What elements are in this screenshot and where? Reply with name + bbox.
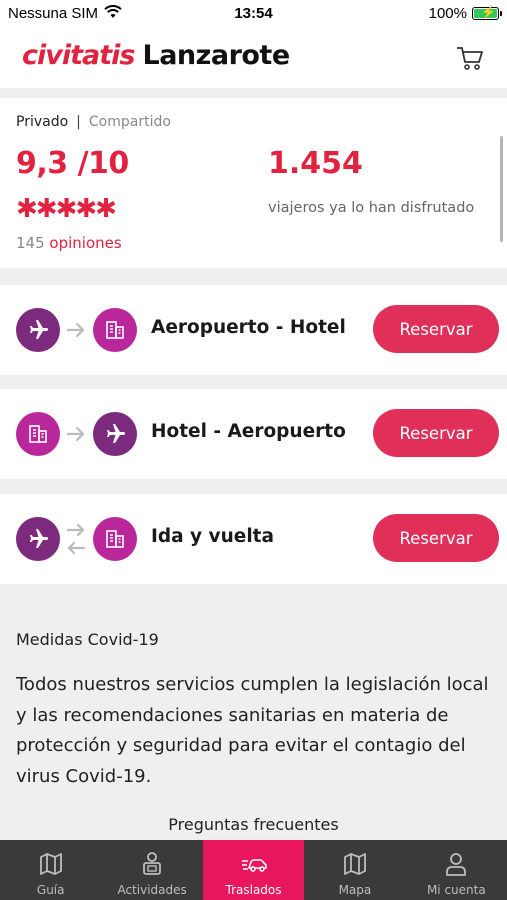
tab-guide[interactable]: Guía bbox=[0, 840, 101, 900]
route-label: Hotel - Aeropuerto bbox=[151, 421, 346, 442]
app-header: civitatis Lanzarote bbox=[0, 30, 507, 88]
route-label: Aeropuerto - Hotel bbox=[151, 317, 346, 338]
transfer-card-round-trip: Ida y vuelta Reservar bbox=[0, 494, 507, 584]
transfer-type-toggle: Privado | Compartido bbox=[16, 114, 171, 130]
travelers-label: viajeros ya lo han disfrutado bbox=[268, 200, 475, 216]
swap-arrows-icon bbox=[66, 521, 86, 557]
tab-label: Mapa bbox=[338, 883, 372, 897]
reserve-button[interactable]: Reservar bbox=[373, 305, 499, 353]
airplane-icon bbox=[16, 308, 60, 352]
hotel-icon bbox=[93, 308, 137, 352]
status-bar: Nessuna SIM 13:54 100% ⚡ bbox=[0, 0, 507, 30]
tab-label: Actividades bbox=[117, 883, 187, 897]
scrollbar[interactable] bbox=[500, 136, 503, 242]
account-icon bbox=[446, 853, 467, 876]
route-label: Ida y vuelta bbox=[151, 526, 274, 547]
battery-percentage: 100% bbox=[428, 5, 467, 22]
covid-title: Medidas Covid-19 bbox=[16, 630, 159, 649]
rating-card: Privado | Compartido 9,3 /10 ✱✱✱✱✱ 145 opi… bbox=[0, 98, 507, 268]
transfer-card-airport-hotel: Aeropuerto - Hotel Reservar bbox=[0, 285, 507, 375]
transfer-card-hotel-airport: Hotel - Aeropuerto Reservar bbox=[0, 389, 507, 479]
map-icon bbox=[344, 853, 366, 875]
private-option[interactable]: Privado bbox=[16, 114, 68, 130]
cart-icon[interactable] bbox=[455, 44, 485, 72]
reserve-button[interactable]: Reservar bbox=[373, 514, 499, 562]
covid-text: Todos nuestros servicios cumplen la legi… bbox=[16, 674, 489, 787]
transfer-car-icon bbox=[241, 859, 267, 872]
logo[interactable]: civitatis Lanzarote bbox=[22, 40, 290, 71]
activities-icon bbox=[143, 852, 162, 875]
guide-map-icon bbox=[39, 853, 62, 875]
faq-link[interactable]: Preguntas frecuentes bbox=[0, 815, 507, 834]
reviews-link[interactable]: 145 opiniones bbox=[16, 234, 122, 252]
toggle-separator: | bbox=[76, 114, 81, 130]
hotel-icon bbox=[16, 412, 60, 456]
airplane-icon bbox=[16, 517, 60, 561]
tab-bar: Guía Actividades Traslados Mapa Mi cuent… bbox=[0, 840, 507, 900]
tab-label: Traslados bbox=[225, 883, 282, 897]
rating-score: 9,3 /10 bbox=[16, 146, 129, 181]
tab-label: Mi cuenta bbox=[426, 883, 486, 897]
arrow-right-icon bbox=[66, 320, 86, 340]
tab-activities[interactable]: Actividades bbox=[101, 840, 202, 900]
tab-account[interactable]: Mi cuenta bbox=[406, 840, 507, 900]
star-rating-icons: ✱✱✱✱✱ bbox=[16, 194, 117, 224]
tab-label: Guía bbox=[36, 883, 65, 897]
reviews-label: opiniones bbox=[49, 234, 122, 252]
arrow-right-icon bbox=[66, 424, 86, 444]
tab-map[interactable]: Mapa bbox=[304, 840, 405, 900]
travelers-count: 1.454 bbox=[268, 146, 363, 181]
tab-transfers[interactable]: Traslados bbox=[202, 840, 305, 900]
battery-icon: ⚡ bbox=[472, 5, 502, 20]
brand-logo: civitatis bbox=[22, 40, 135, 71]
hotel-icon bbox=[93, 517, 137, 561]
destination-title: Lanzarote bbox=[142, 40, 290, 71]
shared-option[interactable]: Compartido bbox=[89, 114, 171, 130]
airplane-icon bbox=[93, 412, 137, 456]
reviews-count: 145 bbox=[16, 234, 45, 252]
reserve-button[interactable]: Reservar bbox=[373, 409, 499, 457]
